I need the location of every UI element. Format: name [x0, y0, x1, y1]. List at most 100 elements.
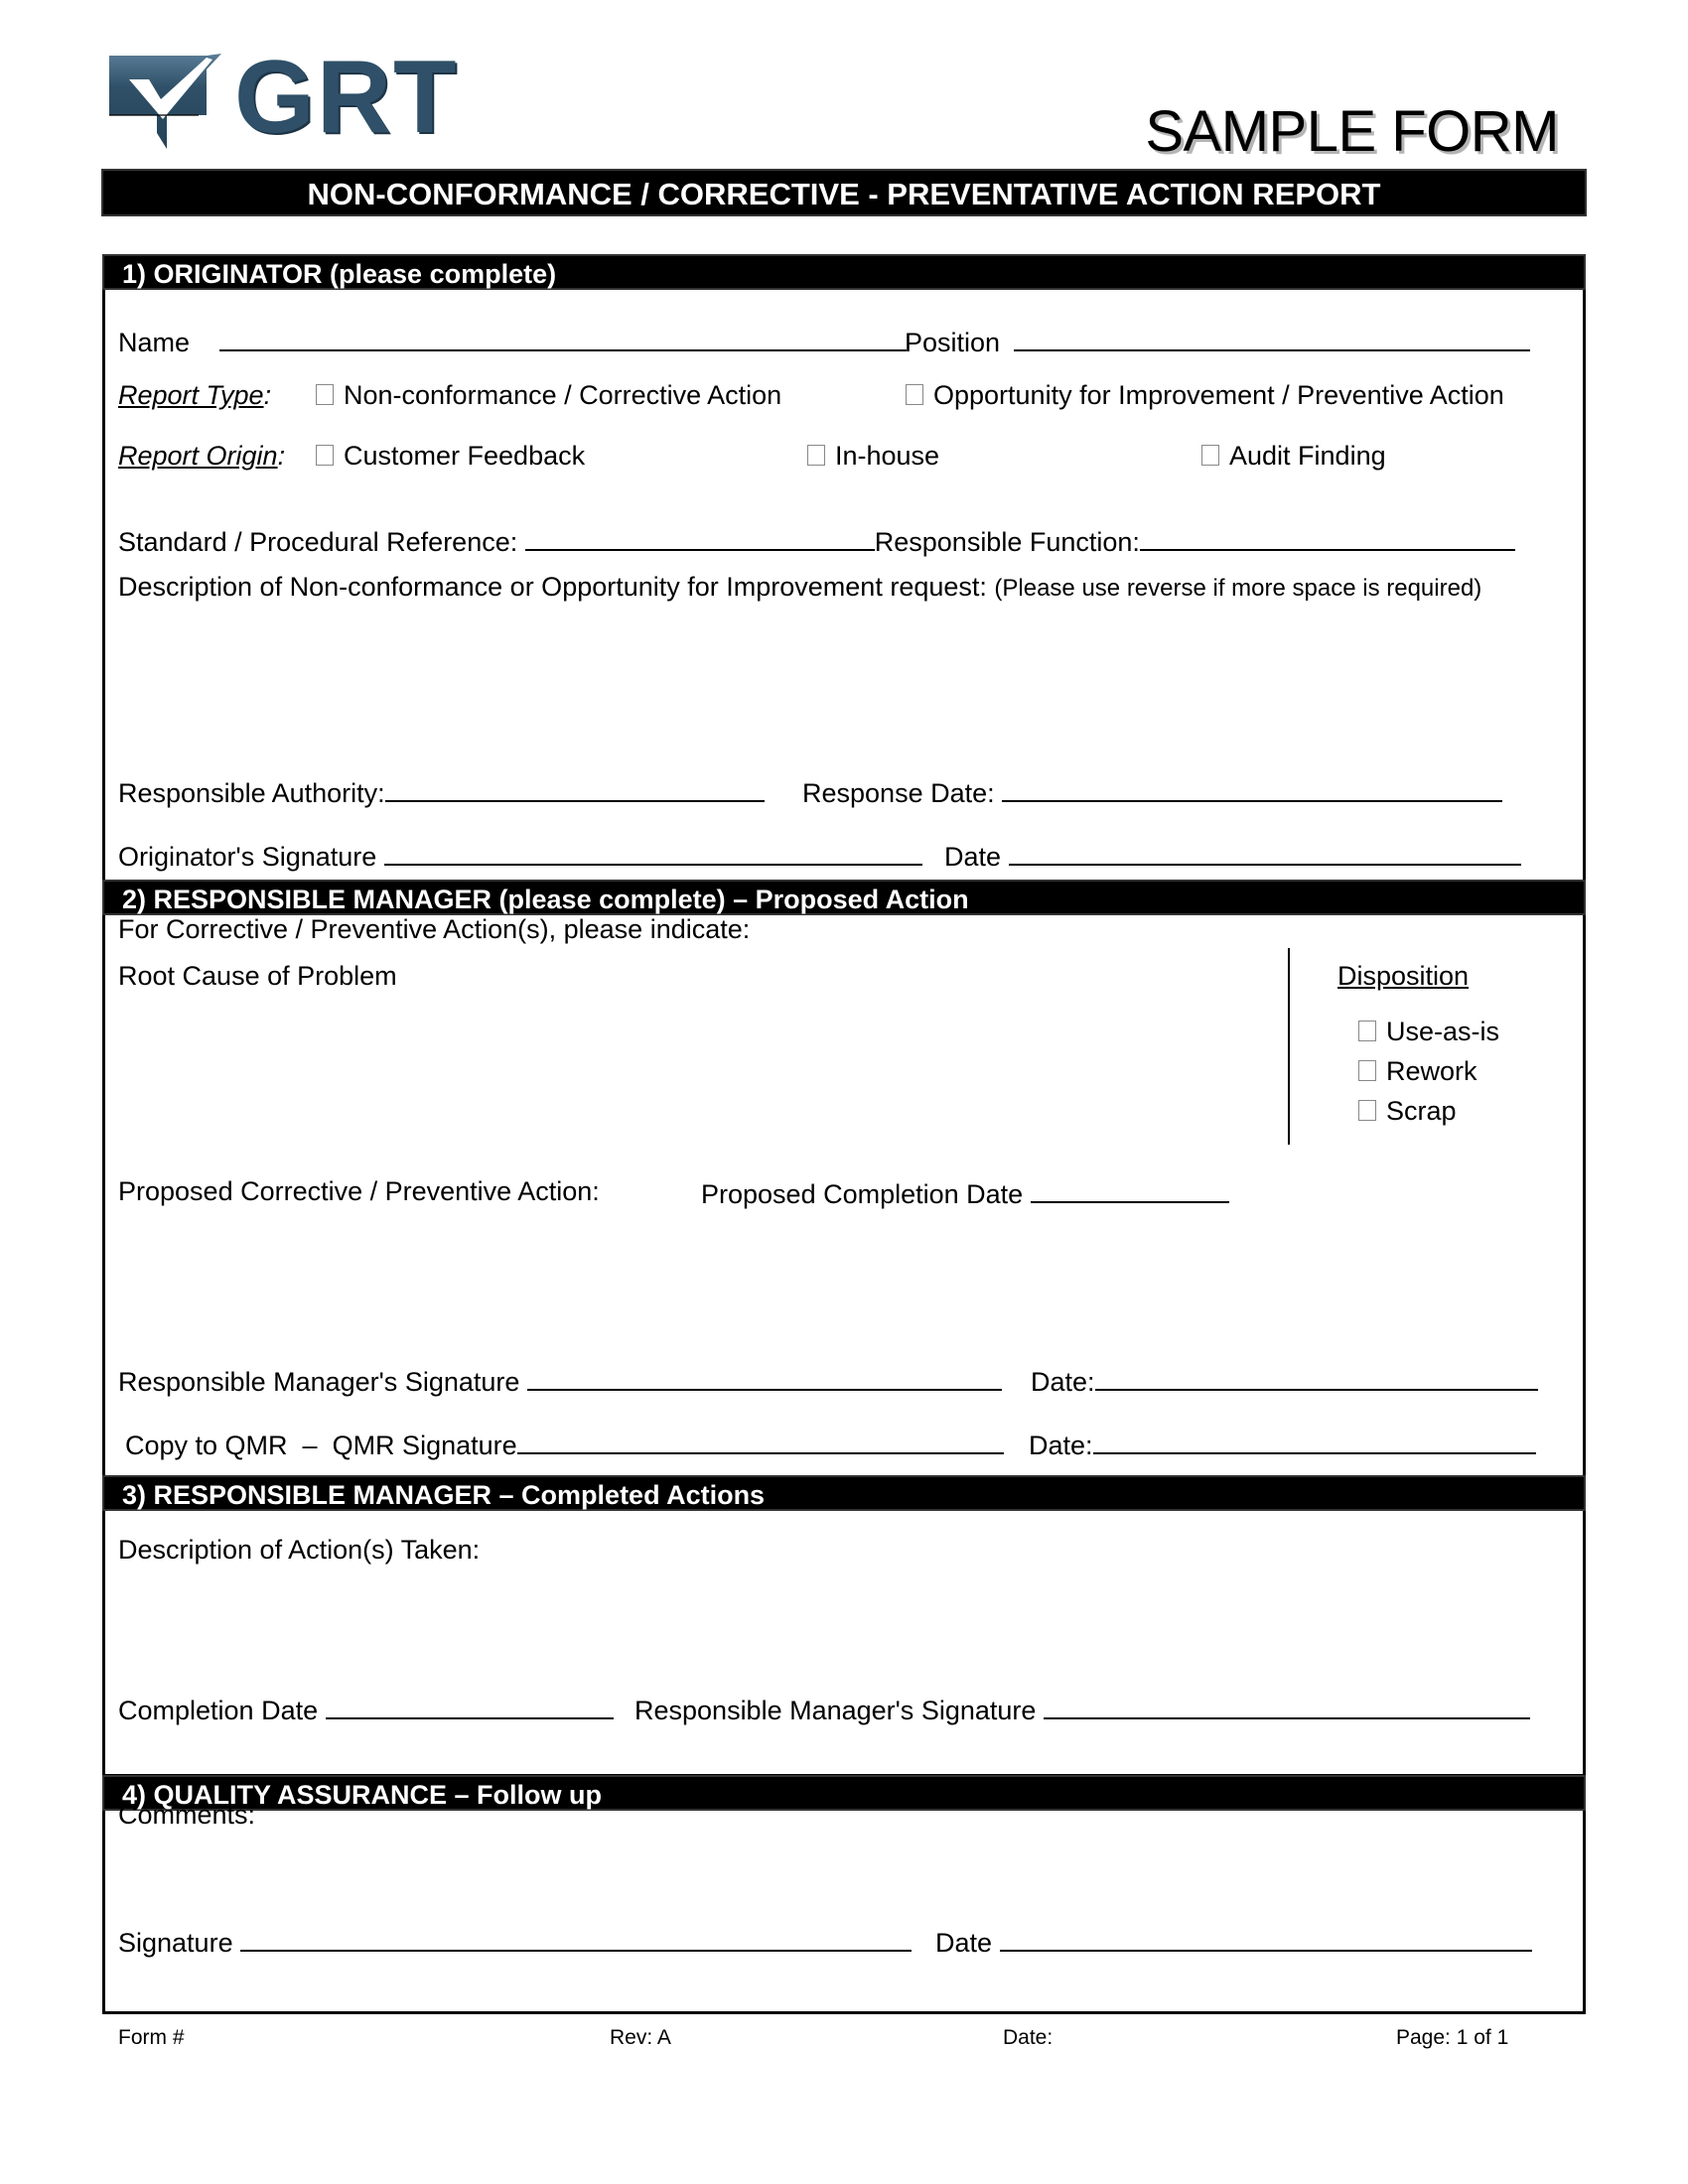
position-field[interactable]: Position [905, 324, 1530, 358]
description-note: (Please use reverse if more space is req… [994, 575, 1482, 602]
qmr-signature-field[interactable]: Copy to QMR – QMR Signature [125, 1427, 1004, 1461]
completion-manager-signature-field[interactable]: Responsible Manager's Signature [634, 1692, 1530, 1726]
position-label: Position [905, 328, 1001, 357]
actions-taken-area[interactable] [114, 1573, 1574, 1688]
completion-date-input-line[interactable] [325, 1692, 614, 1719]
section-2-header: 2) RESPONSIBLE MANAGER (please complete)… [102, 880, 1586, 915]
qmr-signature-input-line[interactable] [516, 1427, 1004, 1454]
footer-form-number: Form # [118, 2026, 185, 2049]
completion-date-field[interactable]: Completion Date [118, 1692, 614, 1726]
qa-signature-label: Signature [118, 1928, 233, 1958]
checkbox-label: Scrap [1386, 1096, 1457, 1126]
response-date-input-line[interactable] [1002, 774, 1503, 802]
qmr-date-label: Date: [1029, 1431, 1093, 1460]
position-input-line[interactable] [1013, 324, 1530, 351]
form-title: NON-CONFORMANCE / CORRECTIVE - PREVENTAT… [307, 177, 1381, 211]
responsible-authority-input-line[interactable] [384, 774, 765, 802]
proposed-completion-input-line[interactable] [1030, 1175, 1229, 1203]
checkbox-icon[interactable] [807, 445, 825, 466]
qa-date-field[interactable]: Date [935, 1924, 1532, 1959]
root-cause-area[interactable] [114, 998, 1286, 1166]
description-area[interactable] [114, 611, 1574, 759]
checkbox-label: Opportunity for Improvement / Preventive… [933, 380, 1504, 410]
section-1-title: 1) ORIGINATOR (please complete) [122, 259, 557, 289]
checkbox-icon[interactable] [1201, 445, 1219, 466]
qmr-date-field[interactable]: Date: [1029, 1427, 1536, 1461]
checkbox-icon[interactable] [316, 384, 334, 405]
originator-signature-field[interactable]: Originator's Signature [118, 838, 922, 873]
proposed-completion-date-field[interactable]: Proposed Completion Date [701, 1175, 1229, 1210]
qa-signature-field[interactable]: Signature [118, 1924, 913, 1959]
disposition-divider [1288, 948, 1290, 1145]
section-1-header: 1) ORIGINATOR (please complete) [102, 254, 1586, 290]
comments-area[interactable] [114, 1837, 1574, 1916]
section-4-header: 4) QUALITY ASSURANCE – Follow up [102, 1775, 1586, 1811]
originator-signature-label: Originator's Signature [118, 842, 377, 872]
section-2-title: 2) RESPONSIBLE MANAGER (please complete)… [122, 885, 969, 914]
responsible-function-input-line[interactable] [1139, 523, 1515, 551]
form-title-bar: NON-CONFORMANCE / CORRECTIVE - PREVENTAT… [101, 169, 1587, 216]
checkbox-audit-finding[interactable]: Audit Finding [1201, 440, 1386, 472]
proposed-action-label: Proposed Corrective / Preventive Action: [118, 1176, 600, 1206]
checkbox-icon[interactable] [1358, 1021, 1376, 1041]
name-field[interactable]: Name [118, 324, 907, 358]
qa-date-label: Date [935, 1928, 993, 1958]
responsible-authority-label: Responsible Authority: [118, 778, 385, 808]
manager-signature-label: Responsible Manager's Signature [118, 1367, 520, 1397]
name-input-line[interactable] [218, 324, 907, 351]
standard-reference-label: Standard / Procedural Reference: [118, 527, 518, 557]
checkbox-customer-feedback[interactable]: Customer Feedback [316, 440, 585, 472]
qmr-signature-label: Copy to QMR – QMR Signature [125, 1431, 517, 1460]
manager-signature-input-line[interactable] [526, 1363, 1002, 1391]
section-2-intro: For Corrective / Preventive Action(s), p… [118, 914, 751, 944]
report-type-label: Report Type: [118, 380, 272, 410]
manager-date-label: Date: [1031, 1367, 1095, 1397]
root-cause-label: Root Cause of Problem [118, 961, 397, 991]
sample-form-label: SAMPLE FORM [1145, 99, 1559, 164]
disposition-label: Disposition [1337, 961, 1470, 991]
checkbox-rework[interactable]: Rework [1358, 1055, 1477, 1087]
qa-date-input-line[interactable] [999, 1924, 1532, 1952]
originator-date-field[interactable]: Date [944, 838, 1521, 873]
responsible-authority-field[interactable]: Responsible Authority: [118, 774, 765, 809]
checkbox-nonconformance[interactable]: Non-conformance / Corrective Action [316, 379, 781, 411]
response-date-field[interactable]: Response Date: [802, 774, 1503, 809]
checkbox-label: Rework [1386, 1056, 1477, 1086]
completion-manager-signature-input-line[interactable] [1043, 1692, 1530, 1719]
qmr-date-input-line[interactable] [1092, 1427, 1536, 1454]
footer-revision: Rev: A [610, 2026, 671, 2049]
checkbox-icon[interactable] [316, 445, 334, 466]
report-type-text: Report Type [118, 380, 264, 410]
qa-signature-input-line[interactable] [240, 1924, 913, 1952]
description-label: Description of Non-conformance or Opport… [118, 572, 987, 602]
checkbox-scrap[interactable]: Scrap [1358, 1095, 1457, 1127]
completion-manager-signature-label: Responsible Manager's Signature [634, 1696, 1037, 1725]
checkbox-use-as-is[interactable]: Use-as-is [1358, 1016, 1499, 1047]
checkbox-in-house[interactable]: In-house [807, 440, 939, 472]
checkbox-icon[interactable] [1358, 1060, 1376, 1081]
actions-taken-label: Description of Action(s) Taken: [118, 1535, 481, 1565]
manager-date-field[interactable]: Date: [1031, 1363, 1538, 1398]
originator-signature-input-line[interactable] [383, 838, 922, 866]
originator-date-label: Date [944, 842, 1002, 872]
name-label: Name [118, 328, 191, 357]
standard-reference-input-line[interactable] [524, 523, 875, 551]
checkbox-opportunity-improvement[interactable]: Opportunity for Improvement / Preventive… [906, 379, 1504, 411]
response-date-label: Response Date: [802, 778, 995, 808]
logo-text: GRT [234, 40, 459, 155]
comments-label: Comments: [118, 1800, 256, 1830]
manager-signature-field[interactable]: Responsible Manager's Signature [118, 1363, 1002, 1398]
section-3-header-overlay: 3) RESPONSIBLE MANAGER – Completed Actio… [102, 1475, 1586, 1511]
checkbox-label: In-house [835, 441, 940, 471]
checkbox-label: Non-conformance / Corrective Action [344, 380, 782, 410]
proposed-action-area[interactable] [114, 1213, 1574, 1357]
proposed-completion-label: Proposed Completion Date [701, 1179, 1024, 1209]
checkbox-icon[interactable] [1358, 1100, 1376, 1121]
checkbox-label: Customer Feedback [344, 441, 586, 471]
company-logo: GRT [107, 40, 465, 159]
manager-date-input-line[interactable] [1094, 1363, 1538, 1391]
originator-date-input-line[interactable] [1008, 838, 1521, 866]
standard-reference-field[interactable]: Standard / Procedural Reference: Respons… [118, 523, 1515, 558]
footer-page: Page: 1 of 1 [1396, 2026, 1509, 2049]
checkbox-icon[interactable] [906, 384, 923, 405]
